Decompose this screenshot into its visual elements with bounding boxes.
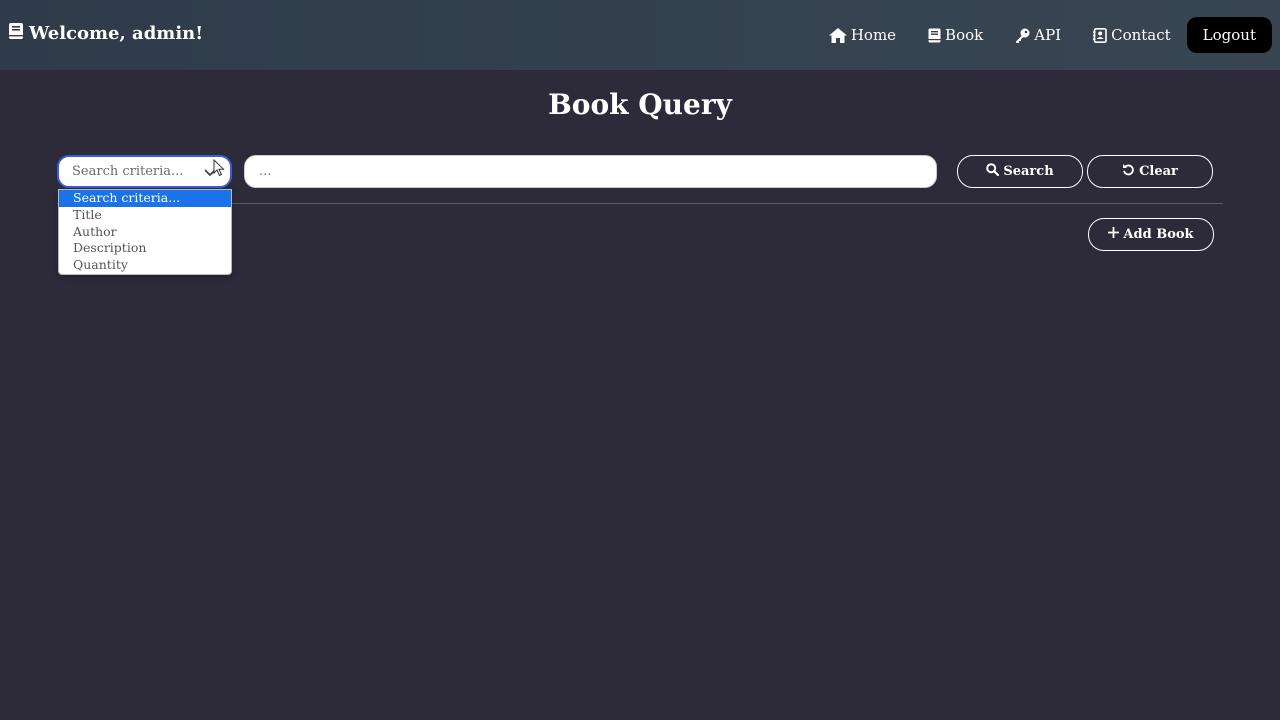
home-icon [828, 27, 847, 43]
book-icon [928, 28, 941, 43]
plus-icon [1108, 226, 1120, 242]
nav-links: Home Book API Contact Logout [805, 17, 1272, 53]
nav-link-label: API [1034, 26, 1062, 44]
undo-icon [1122, 163, 1135, 180]
book-icon [8, 22, 24, 45]
dropdown-option[interactable]: Title [59, 207, 231, 224]
add-book-button-label: Add Book [1123, 227, 1194, 242]
dropdown-option[interactable]: Quantity [59, 257, 231, 274]
dropdown-option[interactable]: Author [59, 224, 231, 241]
add-book-button[interactable]: Add Book [1088, 218, 1214, 251]
key-icon [1015, 28, 1030, 43]
nav-link-home[interactable]: Home [821, 18, 904, 52]
nav-link-book[interactable]: Book [920, 18, 991, 52]
search-button[interactable]: Search [957, 155, 1083, 188]
criteria-select-value: Search criteria... [72, 164, 184, 179]
dropdown-option[interactable]: Search criteria... [59, 190, 231, 207]
search-button-label: Search [1003, 164, 1054, 179]
nav-link-contact[interactable]: Contact [1085, 18, 1179, 52]
clear-button[interactable]: Clear [1087, 155, 1213, 188]
nav-link-label: Contact [1111, 26, 1171, 44]
nav-link-api[interactable]: API [1007, 18, 1069, 52]
nav-link-label: Book [945, 26, 984, 44]
page-title: Book Query [548, 88, 732, 121]
brand: Welcome, admin! [8, 22, 203, 45]
criteria-dropdown: Search criteria... Title Author Descript… [58, 189, 232, 275]
nav-link-label: Home [850, 26, 897, 44]
mouse-cursor-icon [213, 158, 225, 181]
logout-button[interactable]: Logout [1186, 17, 1272, 53]
search-icon [986, 163, 1000, 180]
brand-text: Welcome, admin! [29, 23, 204, 44]
clear-button-label: Clear [1139, 164, 1178, 179]
search-input[interactable] [244, 155, 937, 188]
dropdown-option[interactable]: Description [59, 240, 231, 257]
navbar: Welcome, admin! Home Book API Contact Lo… [0, 0, 1280, 70]
contact-card-icon [1093, 27, 1107, 43]
criteria-select[interactable]: Search criteria... [57, 155, 232, 188]
